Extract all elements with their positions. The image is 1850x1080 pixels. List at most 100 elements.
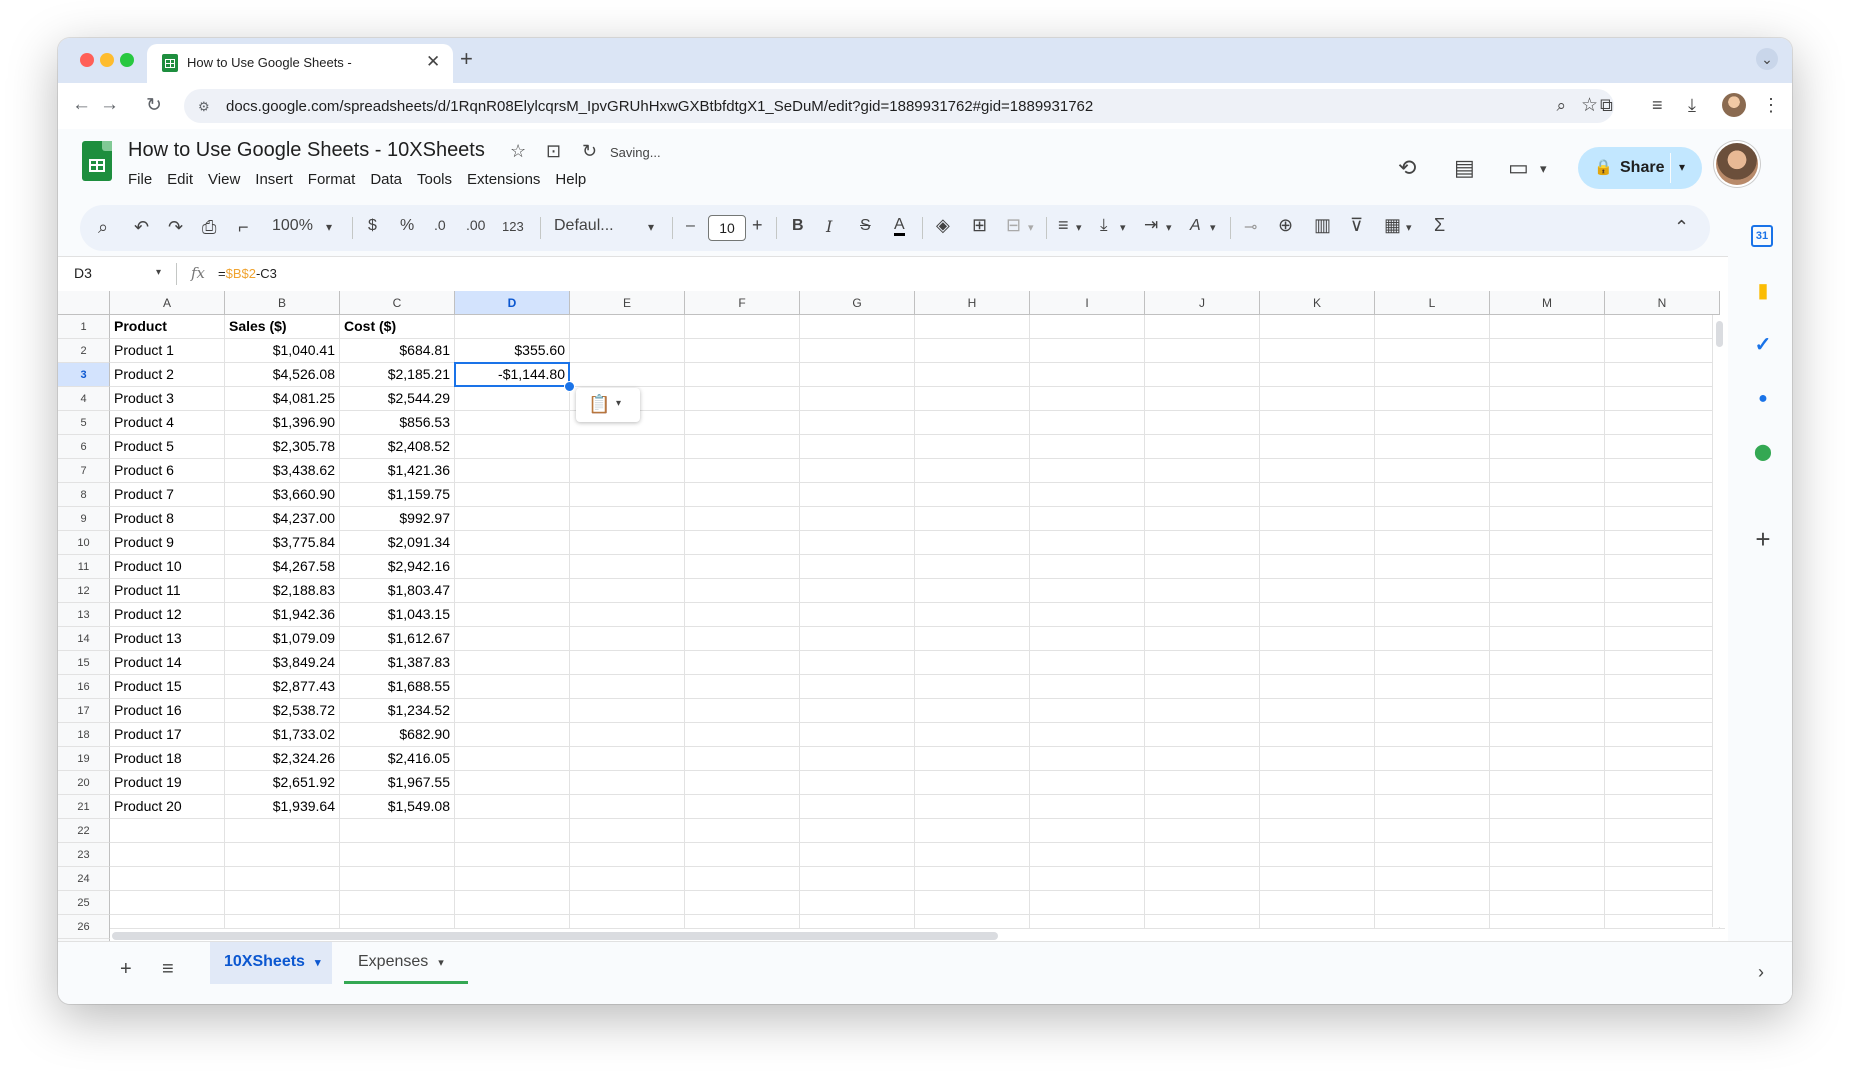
reload-icon[interactable]: ↻	[146, 94, 162, 117]
product-cell[interactable]: Product 5	[110, 435, 225, 459]
comments-icon[interactable]: ▤	[1454, 155, 1475, 181]
empty-cell[interactable]	[1605, 483, 1720, 507]
empty-cell[interactable]	[570, 555, 685, 579]
empty-cell[interactable]	[800, 747, 915, 771]
strikethrough-button[interactable]: S	[860, 217, 871, 235]
empty-cell[interactable]	[915, 771, 1030, 795]
download-icon[interactable]: ⤓	[1688, 95, 1696, 116]
vertical-scrollbar[interactable]	[1712, 315, 1727, 927]
empty-cell[interactable]	[1030, 483, 1145, 507]
empty-cell[interactable]	[685, 747, 800, 771]
sales-cell[interactable]: $4,526.08	[225, 363, 340, 387]
wrap-caret-icon[interactable]: ▾	[1166, 221, 1172, 234]
empty-cell[interactable]	[685, 627, 800, 651]
cost-cell[interactable]: $1,612.67	[340, 627, 455, 651]
empty-cell[interactable]	[1605, 459, 1720, 483]
column-header-b[interactable]: B	[225, 291, 340, 315]
name-box-caret-icon[interactable]: ▾	[156, 267, 161, 278]
empty-cell[interactable]	[685, 867, 800, 891]
all-sheets-icon[interactable]: ≡	[162, 958, 174, 981]
cost-cell[interactable]: $2,416.05	[340, 747, 455, 771]
row-header-19[interactable]: 19	[58, 747, 110, 771]
empty-cell[interactable]	[1030, 867, 1145, 891]
cost-cell[interactable]: $2,408.52	[340, 435, 455, 459]
empty-cell[interactable]	[1605, 723, 1720, 747]
vertical-scroll-thumb[interactable]	[1716, 321, 1723, 347]
zoom-icon[interactable]: ⌕	[1556, 96, 1566, 116]
result-cell[interactable]	[455, 459, 570, 483]
empty-cell[interactable]	[800, 843, 915, 867]
empty-cell[interactable]	[1030, 435, 1145, 459]
version-history-icon[interactable]: ⟲	[1398, 155, 1416, 181]
sheet-tab-10xsheets[interactable]: 10XSheets ▾	[210, 942, 332, 984]
empty-cell[interactable]	[1145, 771, 1260, 795]
empty-cell[interactable]	[1605, 795, 1720, 819]
empty-cell[interactable]	[915, 819, 1030, 843]
row-header-2[interactable]: 2	[58, 339, 110, 363]
empty-cell[interactable]	[685, 531, 800, 555]
empty-cell[interactable]	[1145, 579, 1260, 603]
result-cell[interactable]	[455, 483, 570, 507]
empty-cell[interactable]	[1605, 579, 1720, 603]
row-header-12[interactable]: 12	[58, 579, 110, 603]
empty-cell[interactable]	[1375, 363, 1490, 387]
sales-cell[interactable]: $1,396.90	[225, 411, 340, 435]
column-header-f[interactable]: F	[685, 291, 800, 315]
vertical-align-icon[interactable]: ⤓	[1100, 215, 1108, 235]
empty-cell[interactable]	[1605, 867, 1720, 891]
empty-cell[interactable]	[1260, 411, 1375, 435]
empty-cell[interactable]	[1490, 747, 1605, 771]
empty-cell[interactable]	[800, 819, 915, 843]
sales-cell[interactable]: $1,942.36	[225, 603, 340, 627]
column-header-j[interactable]: J	[1145, 291, 1260, 315]
empty-cell[interactable]	[455, 867, 570, 891]
empty-cell[interactable]	[1490, 555, 1605, 579]
row-header-7[interactable]: 7	[58, 459, 110, 483]
horizontal-align-icon[interactable]: ≡	[1058, 215, 1069, 236]
empty-cell[interactable]	[1605, 363, 1720, 387]
empty-cell[interactable]	[915, 507, 1030, 531]
empty-cell[interactable]	[1605, 531, 1720, 555]
empty-cell[interactable]	[1145, 819, 1260, 843]
empty-cell[interactable]	[685, 675, 800, 699]
cost-cell[interactable]: $684.81	[340, 339, 455, 363]
tab-search-button[interactable]: ⌄	[1756, 48, 1778, 70]
column-header-e[interactable]: E	[570, 291, 685, 315]
product-cell[interactable]: Product 12	[110, 603, 225, 627]
empty-cell[interactable]	[1145, 339, 1260, 363]
empty-cell[interactable]	[1605, 555, 1720, 579]
empty-cell[interactable]	[1030, 723, 1145, 747]
empty-cell[interactable]	[110, 819, 225, 843]
empty-cell[interactable]	[1030, 579, 1145, 603]
account-avatar[interactable]	[1716, 143, 1758, 185]
empty-cell[interactable]	[1375, 435, 1490, 459]
menu-insert[interactable]: Insert	[255, 171, 293, 188]
empty-cell[interactable]	[915, 555, 1030, 579]
empty-cell[interactable]	[1375, 771, 1490, 795]
empty-cell[interactable]	[1490, 411, 1605, 435]
empty-cell[interactable]	[685, 843, 800, 867]
row-header-24[interactable]: 24	[58, 867, 110, 891]
product-cell[interactable]: Product 4	[110, 411, 225, 435]
cost-cell[interactable]: $1,967.55	[340, 771, 455, 795]
empty-cell[interactable]	[685, 315, 800, 339]
cost-cell[interactable]: $2,091.34	[340, 531, 455, 555]
empty-cell[interactable]	[915, 891, 1030, 915]
empty-cell[interactable]	[800, 867, 915, 891]
site-info-icon[interactable]: ⚙	[198, 99, 210, 115]
empty-cell[interactable]	[1260, 675, 1375, 699]
empty-cell[interactable]	[1490, 579, 1605, 603]
row-header-26[interactable]: 26	[58, 915, 110, 939]
empty-cell[interactable]	[1375, 387, 1490, 411]
empty-cell[interactable]	[340, 843, 455, 867]
cost-cell[interactable]: $1,803.47	[340, 579, 455, 603]
empty-cell[interactable]	[110, 867, 225, 891]
sales-cell[interactable]: $2,324.26	[225, 747, 340, 771]
cost-cell[interactable]: $1,043.15	[340, 603, 455, 627]
empty-cell[interactable]	[1145, 555, 1260, 579]
address-bar[interactable]: ⚙ docs.google.com/spreadsheets/d/1RqnR08…	[184, 89, 1614, 123]
empty-cell[interactable]	[1030, 507, 1145, 531]
column-header-n[interactable]: N	[1605, 291, 1720, 315]
empty-cell[interactable]	[1030, 843, 1145, 867]
empty-cell[interactable]	[915, 363, 1030, 387]
